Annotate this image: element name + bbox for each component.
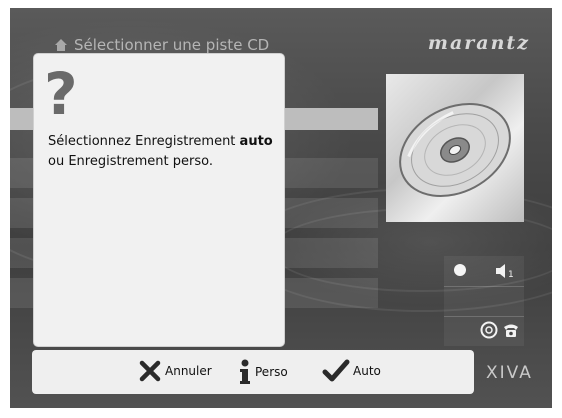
tv-screen: Sélectionner une piste CD marantz ? Séle… xyxy=(10,8,552,408)
speaker-icon: 1 xyxy=(494,263,518,280)
checkmark-icon xyxy=(322,359,350,382)
status-row-devices xyxy=(444,316,524,343)
page-title: Sélectionner une piste CD xyxy=(54,36,269,54)
question-mark-icon: ? xyxy=(44,60,78,128)
dialog-message-part1: Sélectionnez Enregistrement xyxy=(48,134,240,149)
cancel-label: Annuler xyxy=(165,364,212,378)
status-row-empty xyxy=(444,286,524,313)
volume-level: 1 xyxy=(508,270,514,279)
page-title-text: Sélectionner une piste CD xyxy=(74,36,270,54)
cd-artwork xyxy=(386,74,524,222)
cd-disc-icon xyxy=(399,102,511,198)
cancel-button[interactable]: Annuler xyxy=(138,359,212,383)
phone-icon xyxy=(504,324,518,337)
disc-icon xyxy=(480,321,498,339)
perso-label: Perso xyxy=(255,365,288,379)
dialog-message: Sélectionnez Enregistrement auto ou Enre… xyxy=(48,132,278,172)
status-row-record: 1 xyxy=(444,256,524,282)
x-icon xyxy=(139,360,161,382)
auto-label: Auto xyxy=(353,364,381,378)
record-dot-icon xyxy=(454,264,466,276)
action-bar: Annuler Perso Auto xyxy=(32,350,474,394)
dialog-message-part2: ou Enregistrement perso. xyxy=(48,154,213,169)
info-icon xyxy=(240,359,250,384)
xiva-logo: XIVA xyxy=(486,363,533,383)
status-panel: 1 xyxy=(444,256,524,346)
prompt-dialog: ? Sélectionnez Enregistrement auto ou En… xyxy=(34,54,284,346)
home-icon xyxy=(55,39,67,51)
brand-logo: marantz xyxy=(427,32,530,54)
dialog-message-bold: auto xyxy=(239,134,273,149)
auto-button[interactable]: Auto xyxy=(322,359,381,383)
perso-button[interactable]: Perso xyxy=(238,359,288,385)
